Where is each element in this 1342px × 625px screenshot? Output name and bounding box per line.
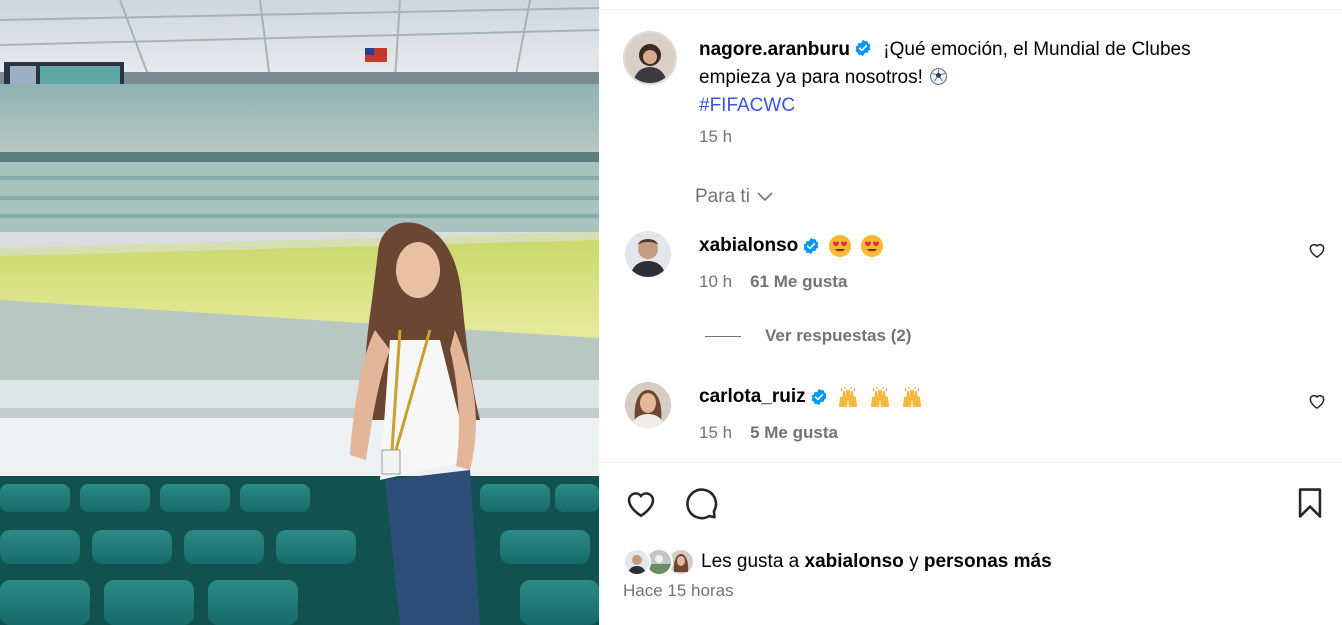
comment-bubble-icon[interactable] [683,485,719,521]
post-actions [623,485,719,521]
comment-likes[interactable]: 5 Me gusta [750,423,838,443]
heart-eyes-emoji-icon [861,235,884,257]
post-photo[interactable] [0,0,599,625]
replies-line [705,335,741,337]
comment-like-heart-icon[interactable] [1307,240,1327,260]
post-time: 15 h [699,127,733,146]
comment-meta: 10 h 61 Me gusta [699,272,847,292]
divider [599,462,1342,463]
save-bookmark-icon[interactable] [1293,485,1327,521]
comment-meta: 15 h 5 Me gusta [699,423,838,443]
likes-connector: y [909,551,919,572]
post-caption: nagore.aranburu ¡Qué emoción, el Mundial… [699,36,1259,120]
hashtag-link[interactable]: #FIFACWC [699,92,1259,120]
heart-eyes-emoji-icon [829,235,852,257]
stadium-photo [0,0,599,625]
verified-badge-icon [803,237,819,255]
view-replies-button[interactable]: Ver respuestas (2) [705,326,911,346]
comment-username[interactable]: carlota_ruiz [699,386,806,408]
comment-like-heart-icon[interactable] [1307,391,1327,411]
comment-likes[interactable]: 61 Me gusta [750,272,847,292]
soccer-ball-icon [930,68,947,85]
likes-summary: Les gusta a xabialonso y personas más [623,548,1052,576]
likes-others-link[interactable]: personas más [924,551,1052,573]
chevron-down-icon [757,192,773,202]
likes-prefix: Les gusta a [701,551,800,572]
liker-avatar [623,548,651,576]
post-date: Hace 15 horas [623,581,734,600]
comments-filter-label: Para ti [695,186,750,207]
likes-first-user[interactable]: xabialonso [805,551,904,573]
like-heart-icon[interactable] [623,485,659,521]
commenter-avatar[interactable] [625,231,671,277]
view-replies-label: Ver respuestas (2) [765,326,912,345]
raising-hands-emoji-icon [902,387,921,407]
post-side-panel: nagore.aranburu ¡Qué emoción, el Mundial… [599,0,1342,625]
author-username[interactable]: nagore.aranburu [699,39,850,60]
commenter-avatar[interactable] [625,382,671,428]
comment-body: carlota_ruiz [699,385,924,409]
raising-hands-emoji-icon [838,387,857,407]
author-avatar[interactable] [623,31,677,85]
raising-hands-emoji-icon [870,387,889,407]
comment-body: xabialonso [699,234,884,258]
comment-time: 10 h [699,272,733,291]
comments-filter[interactable]: Para ti [695,186,774,208]
verified-badge-icon [811,388,827,406]
comment-time: 15 h [699,423,733,442]
verified-badge-icon [855,39,871,57]
comment-username[interactable]: xabialonso [699,235,798,257]
divider [599,9,1342,10]
liker-avatars[interactable] [623,548,701,576]
